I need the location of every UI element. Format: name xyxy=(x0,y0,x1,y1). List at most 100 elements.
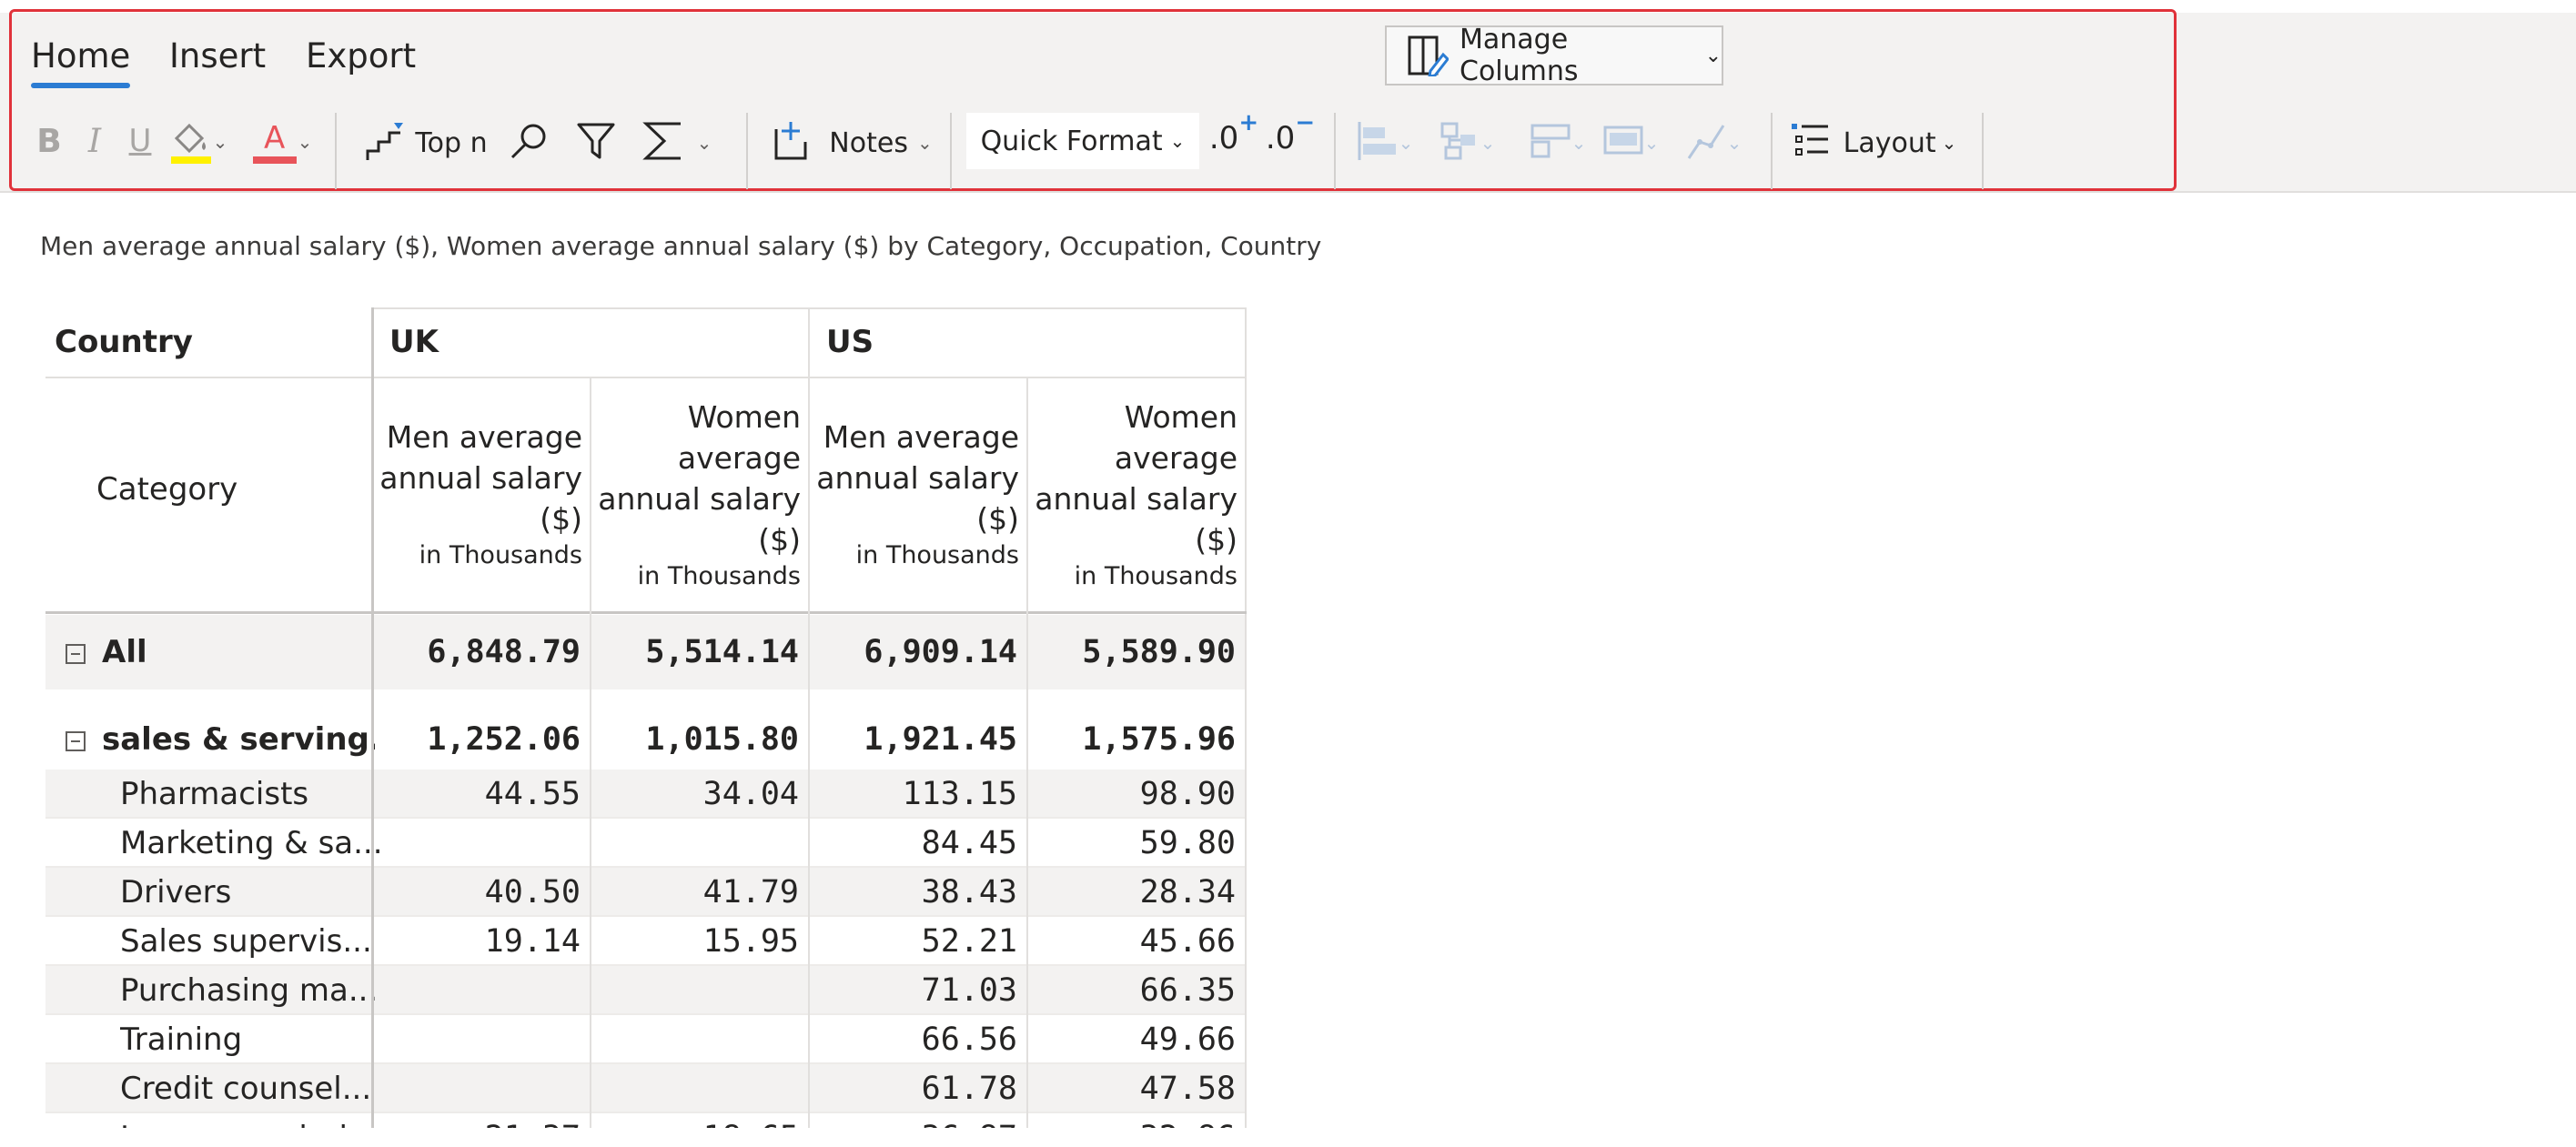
chevron-down-icon: ⌄ xyxy=(297,131,313,153)
manage-columns-label: Manage Columns xyxy=(1460,24,1579,87)
value-cell: 18.65 xyxy=(593,1113,799,1128)
value-cell: 47.58 xyxy=(1139,1071,1236,1107)
top-n-button[interactable]: Top n xyxy=(362,118,490,167)
toolbar-separator xyxy=(335,113,337,189)
layout-button[interactable]: Layout ⌄ xyxy=(1789,118,1956,167)
chevron-down-icon: ⌄ xyxy=(1571,132,1587,154)
value-cell xyxy=(593,819,799,868)
table-row: Marketing & sa... 84.45 59.80 xyxy=(45,819,1245,868)
toolbar-separator xyxy=(1982,113,1984,189)
search-button[interactable] xyxy=(506,118,551,167)
fill-color-button[interactable]: ⌄ xyxy=(162,116,235,167)
notes-button[interactable]: Notes ⌄ xyxy=(772,118,933,167)
row-label[interactable]: All xyxy=(66,615,375,689)
bold-button[interactable]: B xyxy=(31,118,67,164)
value-cell: 1,575.96 xyxy=(1082,721,1236,758)
column-header-unit: in Thousands xyxy=(1074,562,1237,590)
row-label-text: Credit counsel... xyxy=(120,1071,372,1107)
align-left-button[interactable]: ⌄ xyxy=(1350,118,1419,167)
chart-button[interactable]: ⌄ xyxy=(1676,118,1751,167)
chevron-down-icon: ⌄ xyxy=(696,132,712,154)
quick-format-dropdown[interactable]: Quick Format ⌄ xyxy=(966,113,1199,169)
row-label-text: Purchasing ma... xyxy=(120,972,379,1009)
collapse-icon[interactable] xyxy=(66,730,86,751)
column-divider xyxy=(808,307,810,1128)
chevron-down-icon: ⌄ xyxy=(1169,130,1186,152)
column-header-uk-women: Women average annual salary ($) in Thous… xyxy=(597,397,801,593)
tab-export[interactable]: Export xyxy=(306,36,416,75)
chevron-down-icon: ⌄ xyxy=(916,132,933,154)
table-row: Sales supervis... 19.14 15.95 52.21 45.66 xyxy=(45,917,1245,966)
underline-label: U xyxy=(128,123,152,159)
increase-decimal-label: .0 xyxy=(1208,120,1239,156)
table-row: All 6,848.79 5,514.14 6,909.14 5,589.90 xyxy=(45,615,1245,689)
value-cell: 44.55 xyxy=(484,776,581,812)
column-divider xyxy=(590,378,591,1128)
value-cell: 19.14 xyxy=(484,923,581,960)
value-cell: 84.45 xyxy=(921,825,1017,861)
filter-button[interactable] xyxy=(573,118,619,167)
header-divider xyxy=(45,377,1247,378)
italic-label: I xyxy=(87,122,102,160)
layout-icon xyxy=(1789,120,1831,166)
column-header-label: Men average annual salary ($) xyxy=(816,419,1019,537)
value-cell: 38.43 xyxy=(921,874,1017,911)
value-cell: 66.56 xyxy=(921,1021,1017,1058)
line-chart-icon xyxy=(1685,120,1727,166)
column-header-unit: in Thousands xyxy=(855,541,1019,569)
row-layout-button[interactable]: ⌄ xyxy=(1521,118,1594,167)
value-cell: 49.66 xyxy=(1139,1021,1236,1058)
row-label-text: Pharmacists xyxy=(120,776,309,812)
matrix-table: Country UK US Category Men average annua… xyxy=(45,307,1247,1128)
row-label[interactable]: sales & serving... xyxy=(66,709,375,770)
value-cell: 45.66 xyxy=(1139,923,1236,960)
column-header-us-men: Men average annual salary ($) in Thousan… xyxy=(815,417,1019,572)
table-row: Purchasing ma... 71.03 66.35 xyxy=(45,966,1245,1015)
column-header-unit: in Thousands xyxy=(637,562,801,590)
notes-label: Notes xyxy=(829,126,908,159)
align-left-icon xyxy=(1357,120,1399,166)
chevron-down-icon: ⌄ xyxy=(212,131,228,153)
value-cell xyxy=(375,1064,581,1113)
decrease-decimal-button[interactable]: .0 − xyxy=(1263,109,1318,167)
country-uk: UK xyxy=(389,324,439,360)
manage-columns-button[interactable]: Manage Columns ⌄ xyxy=(1385,24,1723,87)
value-cell: 6,848.79 xyxy=(427,634,581,670)
decrease-decimal-label: .0 xyxy=(1265,120,1296,156)
country-header: Country xyxy=(55,324,193,360)
column-header-label: Women average annual salary ($) xyxy=(1035,399,1237,558)
tab-home[interactable]: Home xyxy=(31,36,131,88)
value-cell: 71.03 xyxy=(921,972,1017,1009)
table-row: Credit counsel... 61.78 47.58 xyxy=(45,1064,1245,1113)
chevron-down-icon: ⌄ xyxy=(1643,132,1660,154)
column-layout-button[interactable]: ⌄ xyxy=(1594,118,1667,167)
collapse-icon[interactable] xyxy=(66,643,86,664)
underline-button[interactable]: U xyxy=(122,118,158,164)
value-cell xyxy=(375,966,581,1015)
value-cell xyxy=(593,1015,799,1064)
toolbar-separator xyxy=(1771,113,1773,189)
plus-icon: + xyxy=(1238,109,1259,136)
column-layout-icon xyxy=(1602,120,1644,166)
hierarchy-button[interactable]: ⌄ xyxy=(1430,118,1503,167)
table-row: sales & serving... 1,252.06 1,015.80 1,921.… xyxy=(45,709,1245,770)
sum-button[interactable]: ⌄ xyxy=(631,118,721,167)
table-row: Drivers 40.50 41.79 38.43 28.34 xyxy=(45,868,1245,917)
minus-icon: − xyxy=(1295,109,1316,136)
tab-insert[interactable]: Insert xyxy=(169,36,266,75)
font-color-swatch xyxy=(252,156,297,164)
value-cell: 66.35 xyxy=(1139,972,1236,1009)
row-label-text: Marketing & sa... xyxy=(120,825,383,861)
top-n-label: Top n xyxy=(415,126,488,159)
table-row: Training 66.56 49.66 xyxy=(45,1015,1245,1064)
paint-bucket-icon xyxy=(169,118,213,166)
font-color-button[interactable]: A ⌄ xyxy=(244,116,320,167)
increase-decimal-button[interactable]: .0 + xyxy=(1207,109,1261,167)
layout-label: Layout xyxy=(1843,126,1936,159)
row-label-text: sales & serving... xyxy=(102,721,375,758)
value-cell: 98.90 xyxy=(1139,776,1236,812)
value-cell: 6,909.14 xyxy=(864,634,1017,670)
italic-button[interactable]: I xyxy=(76,118,113,164)
value-cell xyxy=(375,819,581,868)
value-cell: 34.04 xyxy=(702,776,799,812)
